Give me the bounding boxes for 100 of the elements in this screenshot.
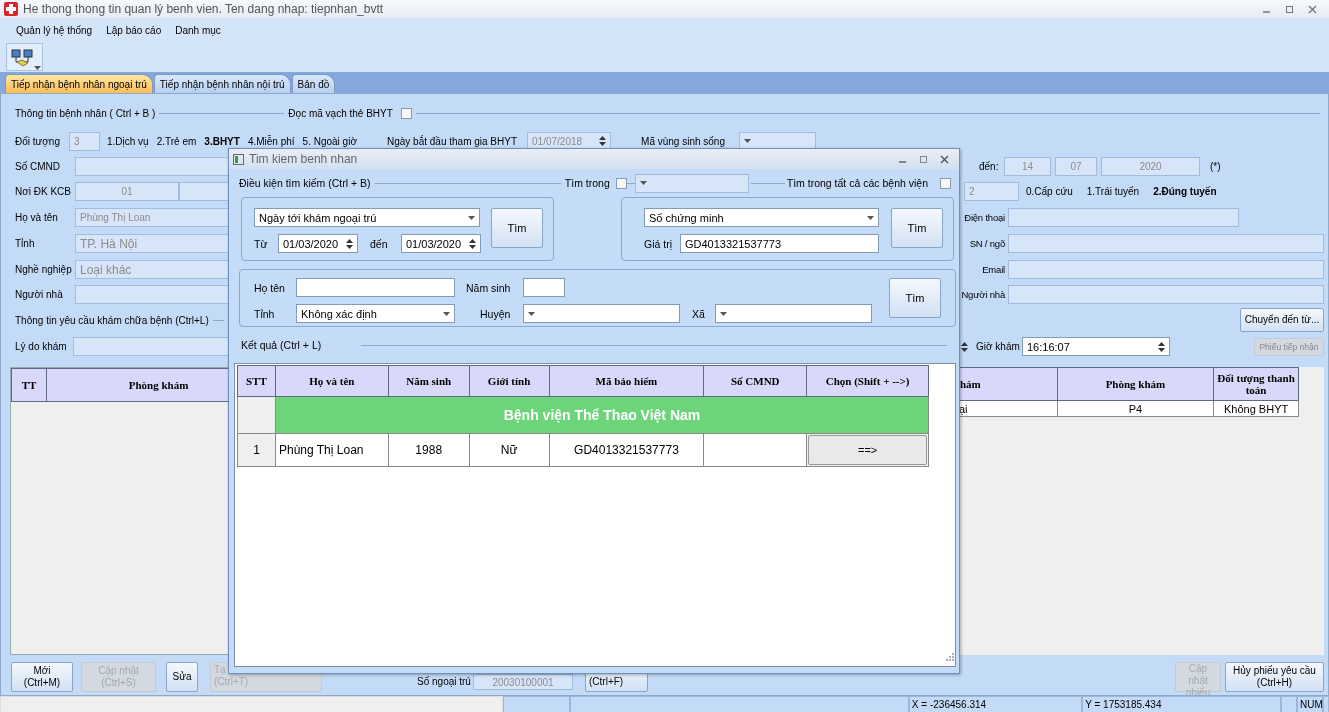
close-icon[interactable] [940, 154, 949, 164]
dropdown[interactable] [715, 304, 872, 323]
label: Tỉnh [15, 238, 36, 249]
window-title: He thong thong tin quan lý benh vien. Ten dang nhap: tiepnhan_bvtt [23, 2, 384, 16]
label: Nghề nghiệp [15, 264, 73, 275]
label: Mã vùng sinh sống [641, 135, 725, 147]
checkbox[interactable] [400, 107, 412, 119]
column-header: TT [11, 368, 47, 402]
spin-field[interactable]: 16:16:07 [1022, 337, 1170, 356]
column-header: Đối tượng thanh toán [1213, 367, 1299, 401]
caret-icon [34, 66, 41, 70]
label: Huyện [480, 307, 512, 320]
status-panel [1323, 696, 1329, 712]
button[interactable]: Mới (Ctrl+M) [11, 662, 73, 692]
column-header: Chọn (Shift + -->) [806, 365, 929, 397]
label: đến [370, 237, 389, 250]
option[interactable]: 1.Dịch vụ [107, 135, 149, 147]
label: Đọc mã vạch thẻ BHYT [288, 107, 393, 119]
label: Lý do khám [15, 341, 68, 352]
option[interactable]: 2.Đúng tuyến [1153, 186, 1217, 197]
column-header: Năm sinh [388, 365, 470, 397]
column-header: Số CMND [703, 365, 807, 397]
caret-icon [443, 311, 450, 316]
spin-arrows-icon [1158, 340, 1165, 353]
input-field[interactable] [1008, 234, 1324, 253]
button[interactable]: Hủy phiếu yêu cầu (Ctrl+H) [1225, 662, 1324, 692]
label: Từ [254, 237, 269, 250]
input-field[interactable] [296, 278, 455, 297]
label: Nơi ĐK KCB [15, 186, 72, 197]
spin-field[interactable]: 01/03/2020 [278, 234, 358, 253]
column-header: STT [237, 365, 276, 397]
tab[interactable]: Bản đồ [291, 74, 336, 93]
caret-icon [639, 181, 647, 185]
group-row: Bệnh viện Thể Thao Việt Nam [275, 396, 929, 434]
label: Họ và tên [15, 211, 59, 223]
button[interactable]: Sửa [166, 662, 198, 692]
label: Thông tin yêu cầu khám chữa bệnh (Ctrl+L) [15, 314, 209, 326]
label: (*) [1210, 161, 1221, 172]
column-header: Phòng khám [46, 368, 228, 402]
label: Điều kiện tìm kiếm (Ctrl + B) [239, 177, 371, 189]
tab[interactable]: Tiếp nhận bệnh nhân ngoại trú [5, 74, 153, 93]
label: Năm sinh [466, 281, 512, 294]
dropdown[interactable]: Không xác định [296, 304, 455, 323]
status-panel [1281, 696, 1297, 712]
input-field[interactable] [523, 278, 565, 297]
button[interactable]: Chuyển đến từ... [1240, 308, 1324, 332]
label: Người nhà [960, 289, 1005, 300]
label: Số CMND [15, 161, 61, 172]
caret-icon [528, 311, 535, 316]
dropdown[interactable]: Ngày tới khám ngoại trú [254, 208, 480, 227]
dropdown[interactable] [523, 304, 680, 323]
option[interactable]: 2.Trẻ em [156, 135, 197, 147]
label: Ngày bắt đầu tham gia BHYT [386, 135, 518, 147]
search-button[interactable]: Tìm [891, 208, 943, 248]
search-button[interactable]: Tìm [491, 208, 543, 248]
input-field[interactable] [1008, 285, 1324, 304]
search-button[interactable]: Tìm [889, 278, 941, 318]
table-cell: 1988 [388, 433, 470, 467]
table-cell: Phùng Thị Loan [275, 433, 389, 467]
caret-icon [744, 139, 751, 143]
label: Họ tên [254, 281, 286, 294]
tab[interactable]: Tiếp nhận bệnh nhân nội trú [153, 74, 291, 93]
label: Tìm trong tất cả các bệnh viện [786, 177, 928, 189]
spin-field[interactable]: 01/03/2020 [401, 234, 481, 253]
table-cell: GD4013321537773 [549, 433, 704, 467]
close-icon[interactable] [1308, 4, 1317, 14]
spin-arrows-icon [599, 135, 607, 147]
input-field[interactable] [1008, 260, 1324, 279]
maximize-icon[interactable] [1285, 4, 1294, 14]
option[interactable]: 3.BHYT [204, 135, 240, 147]
input-field[interactable]: GD4013321537773 [680, 234, 879, 253]
status-text: X = -236456.314 [908, 696, 1083, 712]
label: Số ngoại trú [417, 676, 472, 687]
toolbar-button[interactable] [6, 43, 43, 71]
caret-icon [720, 311, 727, 316]
spin-arrows-icon [346, 237, 353, 250]
label: đến: [979, 161, 1000, 172]
dropdown[interactable] [634, 173, 749, 193]
column-header: Phòng khám [1057, 367, 1214, 401]
app-icon [4, 2, 18, 16]
input-field[interactable] [1008, 207, 1239, 227]
status-text: NUM [1297, 696, 1323, 712]
menu-item[interactable]: Danh mục [175, 22, 221, 38]
label: Thông tin bệnh nhân ( Ctrl + B ) [15, 107, 156, 119]
menu-item[interactable]: Lập báo cáo [106, 22, 162, 38]
option[interactable]: 4.Miễn phí [247, 135, 295, 147]
table-cell: Nữ [469, 433, 549, 467]
dropdown[interactable]: Số chứng minh [644, 208, 879, 227]
option[interactable]: 5. Ngoài giờ [302, 135, 357, 147]
checkbox[interactable] [940, 177, 951, 189]
dialog-title: Tim kiem benh nhan [249, 152, 358, 166]
option[interactable]: 0.Cấp cứu [1026, 186, 1073, 197]
select-button[interactable]: ==> [808, 435, 927, 465]
menu-item[interactable]: Quản lý hệ thống [16, 22, 93, 38]
maximize-icon[interactable] [919, 154, 928, 164]
label: Kết quả (Ctrl + L) [241, 339, 322, 351]
option[interactable]: 1.Trái tuyến [1086, 186, 1140, 197]
checkbox[interactable] [615, 177, 627, 189]
label: Điện thoại [963, 211, 1005, 223]
spin-arrows-icon [469, 237, 476, 250]
